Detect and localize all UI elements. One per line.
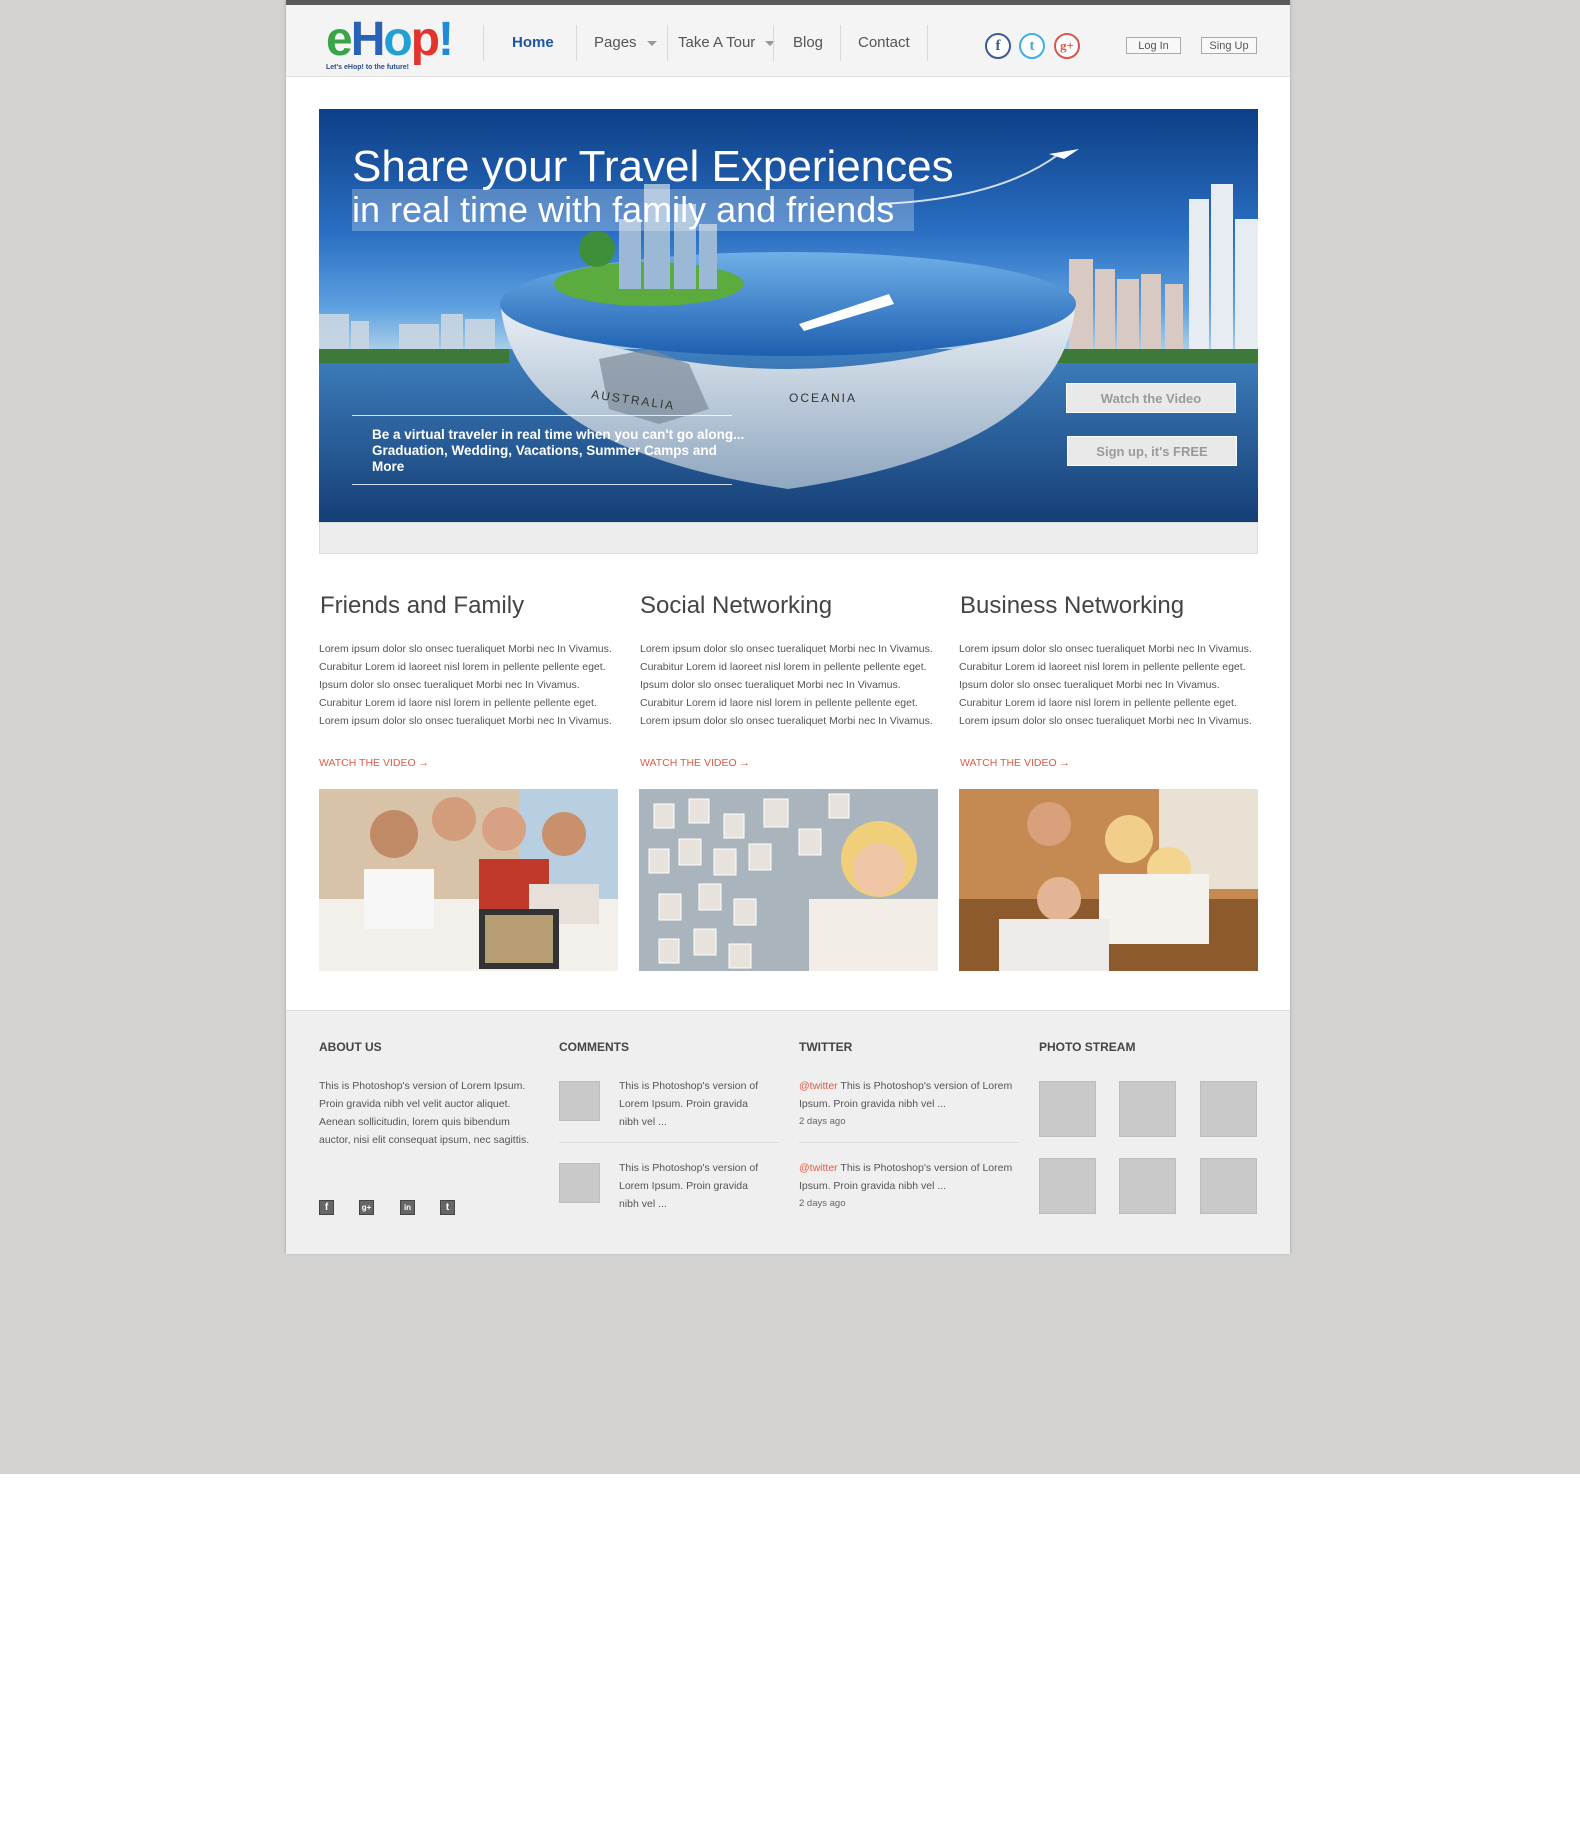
nav-blog[interactable]: Blog bbox=[793, 34, 823, 51]
nav-tour-label: Take A Tour bbox=[678, 34, 756, 51]
hero-tagline: Be a virtual traveler in real time when … bbox=[372, 427, 745, 474]
photo-stream-thumb[interactable] bbox=[1200, 1081, 1257, 1137]
photo-friends-family bbox=[319, 789, 618, 971]
nav-take-a-tour[interactable]: Take A Tour bbox=[678, 34, 776, 51]
footer-photostream-title: PHOTO STREAM bbox=[1039, 1040, 1136, 1054]
nav-divider bbox=[576, 25, 577, 61]
tweet-divider bbox=[799, 1142, 1019, 1143]
column-text-business: Lorem ipsum dolor slo onsec tueraliquet … bbox=[959, 643, 1252, 727]
comment-divider bbox=[559, 1142, 779, 1143]
tweet: @twitter This is Photoshop's version of … bbox=[799, 1077, 1019, 1131]
tweet-time: 2 days ago bbox=[799, 1116, 846, 1127]
tweet: @twitter This is Photoshop's version of … bbox=[799, 1159, 1019, 1213]
hero-banner: AUSTRALIA OCEANIA Share your Travel Expe… bbox=[319, 109, 1258, 522]
nav-divider bbox=[483, 25, 484, 61]
photo-stream-thumb[interactable] bbox=[1039, 1158, 1096, 1214]
twitter-icon[interactable]: t bbox=[440, 1200, 455, 1215]
comment-text: This is Photoshop's version of Lorem Ips… bbox=[619, 1162, 759, 1210]
tweet-handle[interactable]: @twitter bbox=[799, 1080, 838, 1092]
photo-stream-thumb[interactable] bbox=[1119, 1158, 1176, 1214]
google-plus-icon[interactable]: g+ bbox=[359, 1200, 374, 1215]
logo-tagline: Let's eHop! to the future! bbox=[326, 64, 409, 71]
comment-text: This is Photoshop's version of Lorem Ips… bbox=[619, 1080, 759, 1128]
signup-button[interactable]: Sing Up bbox=[1201, 37, 1257, 54]
facebook-icon[interactable]: f bbox=[985, 33, 1011, 59]
photo-stream-thumb[interactable] bbox=[1200, 1158, 1257, 1214]
footer-about-text: This is Photoshop's version of Lorem Ips… bbox=[319, 1080, 530, 1146]
linkedin-icon[interactable]: in bbox=[400, 1200, 415, 1215]
tweet-handle[interactable]: @twitter bbox=[799, 1162, 838, 1174]
hero-line-bottom bbox=[352, 484, 732, 485]
hero-signup-button[interactable]: Sign up, it's FREE bbox=[1067, 436, 1237, 466]
nav-divider bbox=[667, 25, 668, 61]
chevron-down-icon bbox=[646, 40, 657, 46]
tweet-time: 2 days ago bbox=[799, 1198, 846, 1209]
footer-about-title: ABOUT US bbox=[319, 1040, 382, 1054]
hero-title: Share your Travel Experiences bbox=[352, 142, 954, 191]
logo-wordmark: eHop! bbox=[326, 16, 476, 64]
google-plus-icon[interactable]: g+ bbox=[1054, 33, 1080, 59]
logo-letter: p bbox=[410, 13, 440, 66]
comment-avatar bbox=[559, 1081, 600, 1121]
login-button[interactable]: Log In bbox=[1126, 37, 1181, 54]
photo-stream-thumb[interactable] bbox=[1119, 1081, 1176, 1137]
hero-line-top bbox=[352, 415, 732, 416]
nav-divider bbox=[773, 25, 774, 61]
photo-social-networking bbox=[639, 789, 938, 971]
nav-pages[interactable]: Pages bbox=[594, 34, 657, 51]
nav-contact[interactable]: Contact bbox=[858, 34, 910, 51]
column-title-friends: Friends and Family bbox=[320, 592, 525, 619]
page-container: eHop! Let's eHop! to the future! Home Pa… bbox=[286, 0, 1290, 1254]
globe-label-oceania: OCEANIA bbox=[789, 391, 858, 405]
column-title-business: Business Networking bbox=[960, 592, 1185, 619]
photo-stream-thumb[interactable] bbox=[1039, 1081, 1096, 1137]
column-text-social: Lorem ipsum dolor slo onsec tueraliquet … bbox=[640, 643, 933, 727]
footer-twitter-title: TWITTER bbox=[799, 1040, 853, 1054]
hero-strip bbox=[319, 522, 1258, 554]
watch-video-link-business[interactable]: WATCH THE VIDEO → bbox=[960, 757, 1070, 769]
watch-video-link-friends[interactable]: WATCH THE VIDEO → bbox=[319, 757, 429, 769]
column-text-friends: Lorem ipsum dolor slo onsec tueraliquet … bbox=[319, 643, 612, 727]
nav-divider bbox=[840, 25, 841, 61]
nav-pages-label: Pages bbox=[594, 34, 637, 51]
logo[interactable]: eHop! Let's eHop! to the future! bbox=[326, 16, 476, 75]
logo-letter: H bbox=[350, 13, 386, 66]
nav-divider bbox=[927, 25, 928, 61]
column-title-social: Social Networking bbox=[640, 592, 833, 619]
logo-letter: e bbox=[326, 13, 353, 66]
footer: ABOUT US This is Photoshop's version of … bbox=[286, 1010, 1290, 1254]
watch-video-link-social[interactable]: WATCH THE VIDEO → bbox=[640, 757, 750, 769]
footer-comments-title: COMMENTS bbox=[559, 1040, 629, 1054]
header: eHop! Let's eHop! to the future! Home Pa… bbox=[286, 5, 1290, 77]
photo-business-networking bbox=[959, 789, 1258, 971]
facebook-icon[interactable]: f bbox=[319, 1200, 334, 1215]
logo-letter: ! bbox=[438, 13, 454, 66]
twitter-icon[interactable]: t bbox=[1019, 33, 1045, 59]
hero-subtitle: in real time with family and friends bbox=[352, 189, 915, 231]
comment-avatar bbox=[559, 1163, 600, 1203]
logo-letter: o bbox=[383, 13, 412, 66]
watch-video-button[interactable]: Watch the Video bbox=[1066, 383, 1236, 413]
nav-home[interactable]: Home bbox=[512, 34, 554, 51]
